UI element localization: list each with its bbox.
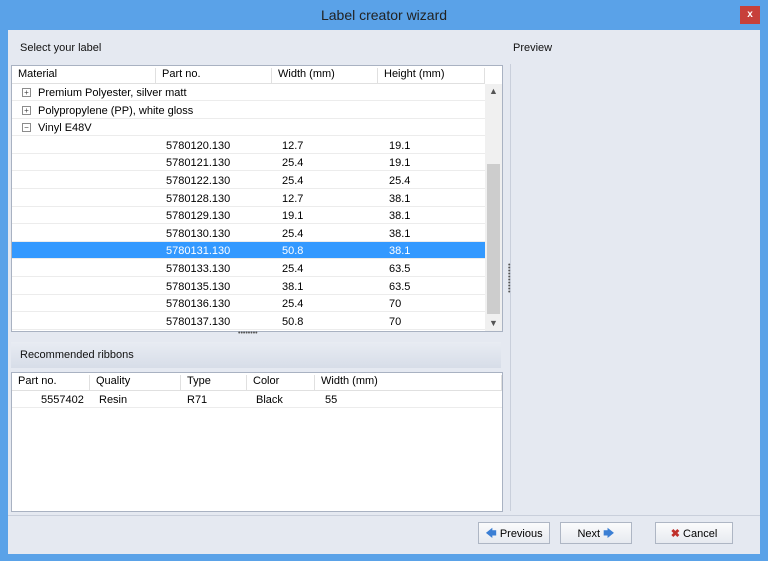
label-table-header: Material Part no. Width (mm) Height (mm)	[12, 66, 485, 84]
arrow-right-icon: 🡆	[603, 528, 615, 540]
vertical-splitter-icon[interactable]: • • • • • • • • • •	[508, 262, 512, 296]
part-no-cell: 5780131.130	[166, 245, 231, 258]
part-no-cell: 5780130.130	[166, 227, 231, 240]
table-row[interactable]: 5780136.130 25.4 70	[12, 295, 485, 313]
ribbon-color: Black	[256, 394, 283, 406]
group-name: Premium Polyester, silver matt	[38, 87, 187, 99]
part-no-cell: 5780120.130	[166, 139, 231, 152]
width-cell: 50.8	[282, 315, 304, 328]
cancel-button[interactable]: ✖ Cancel	[655, 522, 733, 544]
height-cell: 63.5	[389, 263, 411, 275]
part-no-cell: 5780135.130	[166, 280, 231, 293]
width-cell: 25.4	[282, 175, 304, 187]
ribbon-quality: Resin	[99, 394, 128, 406]
scroll-down-icon[interactable]: ▼	[485, 318, 502, 328]
group-row[interactable]: + Premium Polyester, silver matt	[12, 84, 485, 101]
scroll-thumb[interactable]	[487, 164, 500, 314]
table-row[interactable]: 5557402 Resin R71 Black 55	[12, 391, 502, 408]
group-name: Vinyl E48V	[38, 122, 92, 135]
arrow-left-icon: 🡄	[485, 528, 497, 540]
part-no-cell: 5780128.130	[166, 192, 231, 205]
width-cell: 19.1	[282, 210, 304, 223]
part-no-cell: 5780136.130	[166, 298, 231, 311]
close-button[interactable]: x	[740, 6, 760, 24]
table-row[interactable]: 5780128.130 12.7 38.1	[12, 190, 485, 207]
footer: 🡄 Previous Next 🡆 ✖ Cancel	[8, 515, 760, 554]
title-bar: Label creator wizard x	[0, 0, 768, 30]
group-name: Polypropylene (PP), white gloss	[38, 104, 194, 117]
rib-col-color[interactable]: Color	[247, 375, 315, 390]
label-scrollbar[interactable]: ▲ ▼	[485, 84, 502, 331]
table-row[interactable]: 5780120.130 12.7 19.1	[12, 137, 485, 154]
part-no-cell: 5780121.130	[166, 157, 231, 170]
expand-icon[interactable]: +	[22, 105, 31, 115]
previous-label: Previous	[499, 528, 543, 540]
height-cell: 25.4	[389, 175, 411, 187]
select-label-heading: Select your label	[20, 42, 102, 54]
table-row[interactable]: 5780135.130 38.1 63.5	[12, 278, 485, 295]
col-height[interactable]: Height (mm)	[378, 68, 485, 83]
client-area: Select your label Preview Material Part …	[8, 30, 760, 554]
height-cell: 38.1	[389, 245, 411, 258]
part-no-cell: 5780129.130	[166, 210, 231, 223]
x-mark-icon: ✖	[670, 528, 680, 540]
height-cell: 63.5	[389, 280, 411, 293]
height-cell: 38.1	[389, 192, 411, 205]
group-row[interactable]: + Polypropylene (PP), white gloss	[12, 102, 485, 119]
group-row[interactable]: − Vinyl E48V	[12, 119, 485, 137]
col-material[interactable]: Material	[12, 68, 156, 83]
splitter-grip-icon[interactable]: ••••••••	[238, 330, 258, 337]
label-table: Material Part no. Width (mm) Height (mm)…	[11, 65, 503, 332]
collapse-icon[interactable]: −	[22, 123, 31, 133]
ribbon-table-header: Part no. Quality Type Color Width (mm)	[12, 373, 502, 391]
rib-col-part[interactable]: Part no.	[12, 375, 90, 390]
height-cell: 38.1	[389, 227, 411, 240]
width-cell: 25.4	[282, 298, 304, 311]
table-row[interactable]: 5780129.130 19.1 38.1	[12, 207, 485, 225]
table-row[interactable]: 5780121.130 25.4 19.1	[12, 154, 485, 172]
previous-button[interactable]: 🡄 Previous	[478, 522, 550, 544]
cancel-label: Cancel	[683, 528, 718, 540]
width-cell: 12.7	[282, 139, 304, 152]
col-width[interactable]: Width (mm)	[272, 68, 378, 83]
width-cell: 25.4	[282, 157, 304, 170]
preview-pane: • • • • • • • • • •	[508, 64, 751, 511]
next-label: Next	[577, 528, 601, 540]
col-part-no[interactable]: Part no.	[156, 68, 272, 83]
table-row[interactable]: 5780130.130 25.4 38.1	[12, 225, 485, 242]
width-cell: 12.7	[282, 192, 304, 205]
rib-col-width[interactable]: Width (mm)	[315, 375, 502, 390]
height-cell: 19.1	[389, 157, 411, 170]
width-cell: 25.4	[282, 263, 304, 275]
ribbon-table: Part no. Quality Type Color Width (mm) 5…	[11, 372, 503, 512]
expand-icon[interactable]: +	[22, 88, 31, 97]
width-cell: 25.4	[282, 227, 304, 240]
rib-col-type[interactable]: Type	[181, 375, 247, 390]
ribbons-heading: Recommended ribbons	[20, 349, 134, 361]
table-row[interactable]: 5780137.130 50.8 70	[12, 313, 485, 330]
width-cell: 38.1	[282, 280, 304, 293]
ribbon-width: 55	[325, 394, 338, 406]
table-row[interactable]: 5780133.130 25.4 63.5	[12, 260, 485, 277]
part-no-cell: 5780133.130	[166, 263, 231, 275]
next-button[interactable]: Next 🡆	[560, 522, 632, 544]
table-row[interactable]: 5780131.130 50.8 38.1	[12, 242, 485, 260]
window-title: Label creator wizard	[320, 7, 448, 23]
part-no-cell: 5780122.130	[166, 175, 231, 187]
part-no-cell: 5780137.130	[166, 315, 231, 328]
wizard-window: Label creator wizard x Select your label…	[0, 0, 768, 561]
preview-heading: Preview	[513, 42, 553, 54]
height-cell: 19.1	[389, 139, 411, 152]
height-cell: 38.1	[389, 210, 411, 223]
ribbon-type: R71	[187, 394, 208, 406]
table-row[interactable]: 5780122.130 25.4 25.4	[12, 172, 485, 189]
rib-col-quality[interactable]: Quality	[90, 375, 181, 390]
ribbon-part: 5557402	[41, 394, 84, 406]
ribbons-header-bar: Recommended ribbons	[11, 342, 501, 368]
height-cell: 70	[389, 298, 402, 311]
height-cell: 70	[389, 315, 402, 328]
width-cell: 50.8	[282, 245, 304, 258]
scroll-up-icon[interactable]: ▲	[485, 86, 502, 96]
